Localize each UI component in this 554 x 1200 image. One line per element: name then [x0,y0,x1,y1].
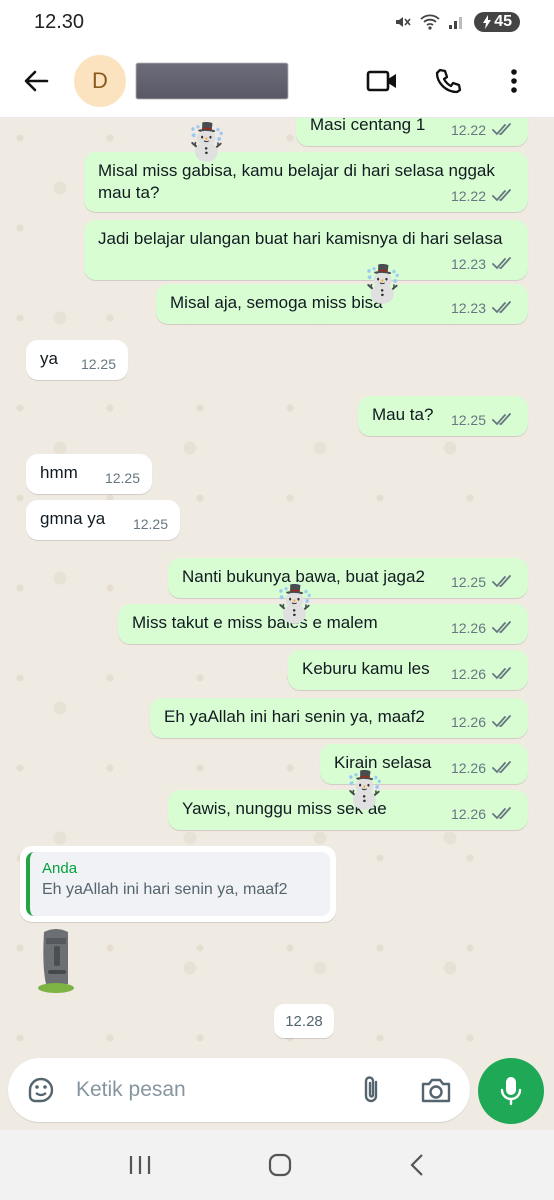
message-meta: 12.22 [451,185,516,207]
avatar-letter: D [92,67,108,93]
quoted-author: Anda [42,860,78,877]
status-time: 12.30 [34,10,85,33]
chat-header: D [0,44,554,118]
composer [0,1058,554,1130]
message-bubble[interactable]: Eh yaAllah ini hari senin ya, maaf2 12.2… [150,698,528,738]
quoted-text: Eh yaAllah ini hari senin ya, maaf2 [42,881,288,898]
message-meta: 12.25 [133,513,168,535]
more-options-button[interactable] [494,61,534,101]
input-actions [360,1074,452,1106]
message-time: 12.25 [80,356,116,372]
signal-icon [449,17,463,29]
time-label: 12.28 [274,1004,334,1038]
message-meta: 12.26 [451,663,516,685]
system-navigation-bar [0,1130,554,1200]
arrow-left-icon [24,70,49,91]
double-check-icon [492,807,511,820]
voice-call-button[interactable] [428,61,468,101]
message-meta: 12.23 [451,297,516,319]
message-bubble[interactable]: Misal miss gabisa, kamu belajar di hari … [84,152,528,212]
moai-sticker-icon[interactable] [32,926,80,996]
back-button[interactable] [14,59,58,103]
recent-apps-icon[interactable] [127,1153,153,1177]
double-check-icon [492,413,511,426]
status-icons: 45 [394,12,520,32]
message-bubble[interactable]: Masi centang 1 12.22 [296,118,528,146]
avatar[interactable]: D [74,54,126,107]
reply-quote-card[interactable]: Anda Eh yaAllah ini hari senin ya, maaf2 [20,846,336,922]
message-time: 12.25 [132,516,168,532]
message-meta: 12.25 [81,353,116,375]
snowman-emoji-icon: ☃️ [184,121,229,162]
charging-icon [483,15,492,29]
message-bubble[interactable]: Keburu kamu les 12.26 [288,650,528,690]
chat-area[interactable]: Masi centang 1 12.22 Misal miss gabisa, … [0,118,554,1058]
message-meta: 12.23 [451,253,516,275]
header-actions [362,61,540,101]
snowman-emoji-icon: ☃️ [272,583,317,624]
message-time: 12.26 [450,620,486,636]
message-meta: 12.25 [451,571,516,593]
message-meta: 12.26 [451,617,516,639]
message-bubble[interactable]: Jadi belajar ulangan buat hari kamisnya … [84,220,528,280]
contact-name-redacted[interactable] [136,62,288,99]
message-time: 12.22 [450,188,486,204]
message-bubble[interactable]: ya 12.25 [26,340,128,380]
phone-icon [435,68,462,93]
voice-message-button[interactable] [478,1058,544,1124]
message-input[interactable] [76,1078,316,1102]
message-bubble[interactable]: Nanti bukunya bawa, buat jaga2 12.25 [168,558,528,598]
message-time: 12.26 [450,760,486,776]
video-camera-icon [366,70,396,91]
message-bubble[interactable]: Misal aja, semoga miss bisa 12.23 [156,284,528,324]
message-time: 12.26 [450,666,486,682]
double-check-icon [492,621,511,634]
message-meta: 12.26 [451,803,516,825]
message-bubble[interactable]: Mau ta? 12.25 [358,396,528,436]
double-check-icon [492,301,511,314]
double-check-icon [492,189,511,202]
snowman-emoji-icon: ☃️ [342,769,387,810]
double-check-icon [492,715,511,728]
camera-icon[interactable] [420,1076,452,1104]
double-check-icon [492,257,511,270]
message-meta: 12.25 [451,409,516,431]
wifi-icon [420,14,440,30]
message-time: 12.25 [450,412,486,428]
paperclip-icon[interactable] [360,1074,382,1106]
video-call-button[interactable] [362,61,402,101]
mute-icon [396,17,411,27]
message-time: 12.23 [450,300,486,316]
message-meta: 12.22 [451,119,516,141]
message-bubble[interactable]: hmm 12.25 [26,454,152,494]
message-meta: 12.26 [451,711,516,733]
battery-indicator: 45 [474,12,520,32]
home-icon[interactable] [267,1152,293,1178]
status-bar: 12.30 45 [0,0,554,44]
sticker-icon[interactable] [26,1075,56,1105]
double-check-icon [492,667,511,680]
back-nav-icon[interactable] [407,1152,427,1178]
message-meta: 12.25 [105,467,140,489]
message-time: 12.26 [450,806,486,822]
message-time: 12.26 [450,714,486,730]
message-time: 12.22 [450,122,486,138]
message-input-container[interactable] [8,1058,470,1122]
snowman-emoji-icon: ☃️ [360,263,405,304]
kebab-menu-icon [511,68,517,93]
message-time: 12.23 [450,256,486,272]
double-check-icon [492,575,511,588]
quoted-message[interactable]: Anda Eh yaAllah ini hari senin ya, maaf2 [26,852,330,916]
double-check-icon [492,123,511,136]
message-time: 12.25 [104,470,140,486]
message-time: 12.25 [450,574,486,590]
message-text: Jadi belajar ulangan buat hari kamisnya … [98,229,503,248]
double-check-icon [492,761,511,774]
message-bubble[interactable]: gmna ya 12.25 [26,500,180,540]
message-bubble[interactable]: Miss takut e miss bales e malem 12.26 [118,604,528,644]
battery-level: 45 [494,13,512,30]
message-meta: 12.26 [451,757,516,779]
microphone-icon [500,1077,522,1106]
